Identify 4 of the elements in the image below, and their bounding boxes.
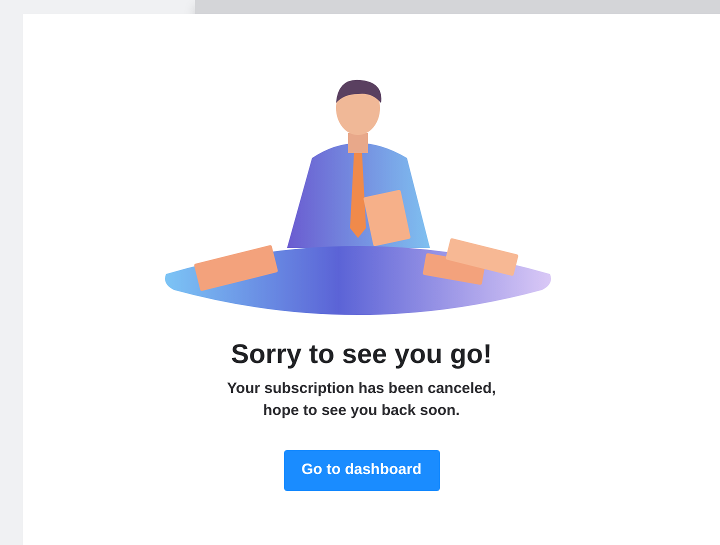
dashboard-button[interactable]: Go to dashboard	[284, 450, 440, 491]
page-title: Sorry to see you go!	[230, 338, 492, 371]
message-text: hope to see you back soon.	[263, 400, 460, 421]
message-text: Your subscription has been canceled,	[227, 378, 496, 399]
